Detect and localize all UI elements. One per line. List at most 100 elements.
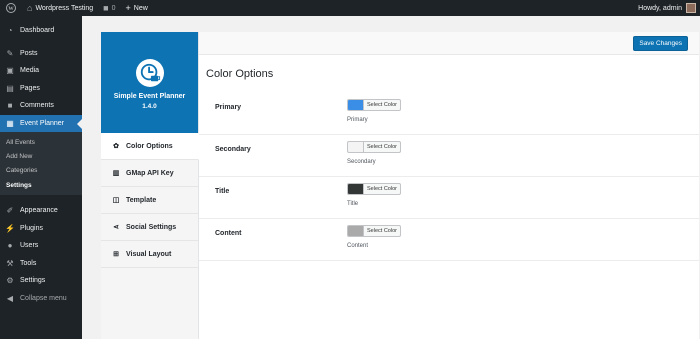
sidebar-item-pages[interactable]: ▤ Pages [0,80,82,98]
sidebar-item-label: Settings [20,277,46,285]
plus-icon: + [125,3,131,13]
submenu-item-categories[interactable]: Categories [0,164,82,178]
sidebar-item-tools[interactable]: ⚒ Tools [0,255,82,273]
submenu-item-add-new[interactable]: Add New [0,149,82,163]
tab-label: Visual Layout [126,250,172,258]
sidebar-item-label: Posts [20,49,38,57]
sidebar-item-label: Plugins [20,224,43,232]
grid-icon: ⊞ [113,251,119,258]
account-menu[interactable]: Howdy, admin [633,0,700,16]
plugin-name: Simple Event Planner [113,93,186,100]
collapse-menu-button[interactable]: ◀ Collapse menu [0,290,82,308]
sidebar-item-appearance[interactable]: ✐ Appearance [0,202,82,220]
plugin-icon: ⚡ [5,223,15,233]
collapse-label: Collapse menu [20,294,67,302]
color-label: Secondary [215,146,251,153]
plugin-brand: Simple Event Planner 1.4.0 [101,32,198,133]
sidebar-item-settings[interactable]: ⚙ Settings [0,272,82,290]
sidebar-item-posts[interactable]: ✎ Posts [0,45,82,63]
save-changes-button[interactable]: Save Changes [633,36,688,51]
comment-icon: ■ [7,101,13,111]
tab-template[interactable]: ◫ Template [101,187,198,214]
map-icon: ▥ [112,170,120,177]
collapse-icon: ◀ [6,293,14,303]
color-row-primary: Primary Select Color Primary [199,93,699,135]
avatar [686,3,696,13]
sidebar-item-label: Appearance [20,207,58,215]
tab-label: Social Settings [126,223,177,231]
clock-cup-icon [135,59,164,87]
plugin-version: 1.4.0 [142,103,157,110]
color-swatch[interactable] [347,183,363,195]
submenu-item-all-events[interactable]: All Events [0,135,82,149]
section-title: Color Options [206,68,274,80]
color-description: Secondary [347,159,376,165]
share-icon: ⋖ [113,224,119,231]
comment-icon: ■ [103,3,109,13]
sidebar-item-dashboard[interactable]: ◔ Dashboard [0,22,82,40]
color-picker-title[interactable]: Select Color [347,183,401,195]
tab-visual-layout[interactable]: ⊞ Visual Layout [101,241,198,268]
new-label: New [133,4,148,12]
wrench-icon: ⚒ [6,258,14,268]
site-name-link[interactable]: ⌂ Wordpress Testing [22,0,98,16]
color-row-title: Title Select Color Title [199,177,699,219]
tab-label: GMap API Key [126,169,174,177]
settings-icon: ⚙ [6,276,14,286]
wordpress-logo-icon[interactable]: W [0,0,22,16]
color-swatch[interactable] [347,99,363,111]
pin-icon: ✎ [6,48,14,58]
sidebar-item-label: Event Planner [20,119,64,127]
calendar-icon: ▦ [6,118,14,128]
site-name: Wordpress Testing [35,4,94,12]
sidebar-item-comments[interactable]: ■ Comments [0,97,82,115]
tab-color-options[interactable]: ✿ Color Options [101,133,199,160]
color-label: Title [215,188,230,195]
select-color-button[interactable]: Select Color [363,99,401,111]
event-planner-submenu: All Events Add New Categories Settings [0,132,82,196]
sidebar-item-media[interactable]: ▣ Media [0,62,82,80]
admin-bar: W ⌂ Wordpress Testing ■ 0 + New Howdy, a… [0,0,700,16]
greeting: Howdy, admin [638,4,682,12]
color-row-secondary: Secondary Select Color Secondary [199,135,699,177]
color-picker-secondary[interactable]: Select Color [347,141,401,153]
pages-icon: ▤ [6,83,14,93]
settings-toolbar: Save Changes [199,32,699,55]
color-description: Content [347,243,369,249]
sidebar-item-plugins[interactable]: ⚡ Plugins [0,220,82,238]
home-icon: ⌂ [27,3,33,13]
submenu-item-settings[interactable]: Settings [0,178,82,192]
color-swatch[interactable] [347,141,363,153]
sidebar-item-label: Comments [20,102,54,110]
color-picker-content[interactable]: Select Color [347,225,401,237]
sidebar-item-users[interactable]: ● Users [0,237,82,255]
comments-link[interactable]: ■ 0 [98,0,120,16]
sidebar-item-label: Users [20,242,39,250]
gear-icon: ✿ [113,143,119,150]
sidebar-item-label: Dashboard [20,27,55,35]
select-color-button[interactable]: Select Color [363,141,401,153]
tab-social-settings[interactable]: ⋖ Social Settings [101,214,198,241]
dashboard-icon: ◔ [7,26,13,36]
tab-label: Template [126,196,157,204]
columns-icon: ◫ [112,197,120,204]
color-description: Title [347,201,359,207]
admin-sidebar: ◔ Dashboard ✎ Posts ▣ Media ▤ Pages ■ Comment… [0,16,82,339]
color-label: Content [215,230,242,237]
select-color-button[interactable]: Select Color [363,183,401,195]
sidebar-item-event-planner[interactable]: ▦ Event Planner [0,114,82,132]
tab-gmap-api-key[interactable]: ▥ GMap API Key [101,160,198,187]
plugin-nav: Simple Event Planner 1.4.0 ✿ Color Option… [101,32,199,339]
new-content-link[interactable]: + New [121,0,153,16]
color-swatch[interactable] [347,225,363,237]
svg-text:W: W [8,6,14,12]
tab-label: Color Options [126,142,173,150]
sidebar-item-label: Tools [20,259,37,267]
color-description: Primary [347,117,368,123]
media-icon: ▣ [6,66,14,76]
color-picker-primary[interactable]: Select Color [347,99,401,111]
select-color-button[interactable]: Select Color [363,225,401,237]
color-row-content: Content Select Color Content [199,219,699,261]
color-label: Primary [215,104,242,111]
comments-count: 0 [111,4,116,12]
